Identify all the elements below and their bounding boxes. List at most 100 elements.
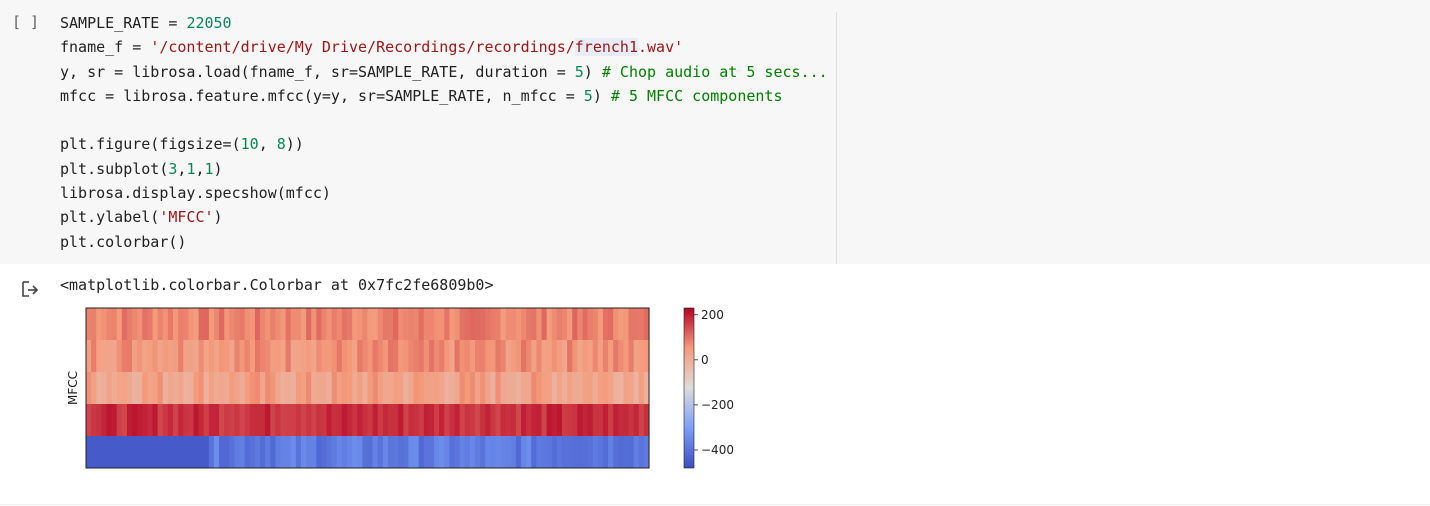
- heatmap-cell: [490, 340, 497, 372]
- heatmap-cell: [290, 436, 297, 468]
- heatmap-cell: [398, 340, 404, 372]
- heatmap-cell: [280, 308, 287, 340]
- heatmap-cell: [459, 436, 466, 468]
- heatmap-cell: [459, 404, 466, 436]
- heatmap-cell: [618, 436, 625, 468]
- heatmap-cell: [541, 436, 548, 468]
- heatmap-cell: [224, 372, 230, 404]
- heatmap-cell: [367, 404, 374, 436]
- heatmap-cell: [423, 436, 430, 468]
- code-token: 10: [240, 135, 259, 154]
- heatmap-cell: [551, 436, 558, 468]
- heatmap-cell: [260, 340, 266, 372]
- heatmap-cell: [556, 372, 563, 404]
- heatmap-cell: [306, 340, 312, 372]
- heatmap-cell: [541, 372, 548, 404]
- heatmap-cell: [341, 436, 348, 468]
- heatmap-cell: [193, 372, 200, 404]
- heatmap-cell: [464, 308, 471, 340]
- heatmap-cell: [618, 308, 625, 340]
- heatmap-cell: [275, 404, 282, 436]
- heatmap-cell: [234, 340, 241, 372]
- heatmap-cell: [101, 340, 108, 372]
- code-token: fname_f =: [60, 38, 151, 57]
- heatmap-cell: [597, 436, 604, 468]
- heatmap-cell: [449, 340, 456, 372]
- heatmap-cell: [331, 372, 338, 404]
- heatmap-cell: [254, 340, 261, 372]
- heatmap-cell: [178, 436, 184, 468]
- heatmap-cell: [239, 436, 246, 468]
- heatmap-cell: [157, 436, 164, 468]
- heatmap-cell: [152, 372, 159, 404]
- heatmap-cell: [183, 340, 189, 372]
- heatmap-cell: [239, 404, 246, 436]
- heatmap-cell: [193, 308, 200, 340]
- heatmap-cell: [137, 372, 143, 404]
- code-token: 5: [583, 86, 593, 105]
- heatmap-cell: [505, 308, 512, 340]
- heatmap-cell: [638, 372, 645, 404]
- code-text[interactable]: SAMPLE_RATE = 22050 fname_f = '/content/…: [60, 11, 828, 254]
- heatmap-cell: [418, 372, 425, 404]
- heatmap-cell: [178, 372, 184, 404]
- heatmap-cell: [357, 404, 363, 436]
- heatmap-cell: [357, 436, 363, 468]
- heatmap-cell: [331, 436, 338, 468]
- heatmap-cell: [444, 308, 450, 340]
- heatmap-cell: [526, 308, 532, 340]
- heatmap-cell: [336, 372, 343, 404]
- heatmap-cell: [546, 372, 553, 404]
- heatmap-cell: [454, 404, 461, 436]
- heatmap-cell: [495, 308, 502, 340]
- heatmap-cell: [208, 372, 215, 404]
- heatmap-cell: [157, 372, 164, 404]
- heatmap-cell: [244, 436, 251, 468]
- heatmap-cell: [96, 436, 102, 468]
- code-token: # 5 MFCC components: [610, 86, 783, 105]
- heatmap-cell: [515, 404, 522, 436]
- heatmap-cell: [126, 372, 133, 404]
- heatmap-cell: [377, 340, 384, 372]
- run-cell-button[interactable]: [ ]: [12, 11, 39, 33]
- heatmap-cell: [173, 340, 179, 372]
- heatmap-cell: [413, 340, 420, 372]
- heatmap-cell: [531, 404, 537, 436]
- heatmap-cell: [561, 372, 568, 404]
- heatmap-cell: [449, 308, 456, 340]
- heatmap-cell: [132, 372, 138, 404]
- heatmap-cell: [413, 404, 420, 436]
- code-token: librosa.display.specshow(mfcc): [60, 184, 331, 203]
- heatmap-cell: [121, 308, 128, 340]
- heatmap-cell: [551, 404, 558, 436]
- heatmap-cell: [295, 340, 302, 372]
- heatmap-cell: [213, 372, 220, 404]
- code-token: y, sr = librosa.load(fname_f, sr=SAMPLE_…: [60, 62, 575, 81]
- heatmap-cell: [157, 404, 164, 436]
- code-editor[interactable]: [ ] SAMPLE_RATE = 22050 fname_f = '/cont…: [0, 0, 1430, 264]
- heatmap-cell: [270, 436, 276, 468]
- heatmap-cell: [347, 372, 353, 404]
- heatmap-cell: [290, 404, 297, 436]
- heatmap-cell: [428, 340, 435, 372]
- heatmap-cell: [480, 308, 486, 340]
- heatmap-cell: [121, 436, 128, 468]
- heatmap-cell: [567, 372, 573, 404]
- code-token: ): [592, 86, 611, 105]
- heatmap-cell: [167, 404, 174, 436]
- heatmap-cell: [403, 436, 410, 468]
- heatmap-cell: [239, 340, 246, 372]
- heatmap-cell: [413, 372, 420, 404]
- heatmap-cell: [295, 436, 302, 468]
- notebook-code-cell: [ ] SAMPLE_RATE = 22050 fname_f = '/cont…: [0, 0, 1430, 506]
- heatmap-cell: [336, 404, 343, 436]
- heatmap-cell: [418, 340, 425, 372]
- code-token: '/content/drive/My Drive/Recordings/reco…: [150, 38, 575, 57]
- heatmap-cell: [234, 436, 241, 468]
- heatmap-cell: [444, 372, 450, 404]
- heatmap-cell: [608, 436, 614, 468]
- heatmap-cell: [602, 340, 609, 372]
- code-token: )): [285, 135, 304, 154]
- heatmap-cell: [638, 404, 645, 436]
- heatmap-cell: [229, 308, 236, 340]
